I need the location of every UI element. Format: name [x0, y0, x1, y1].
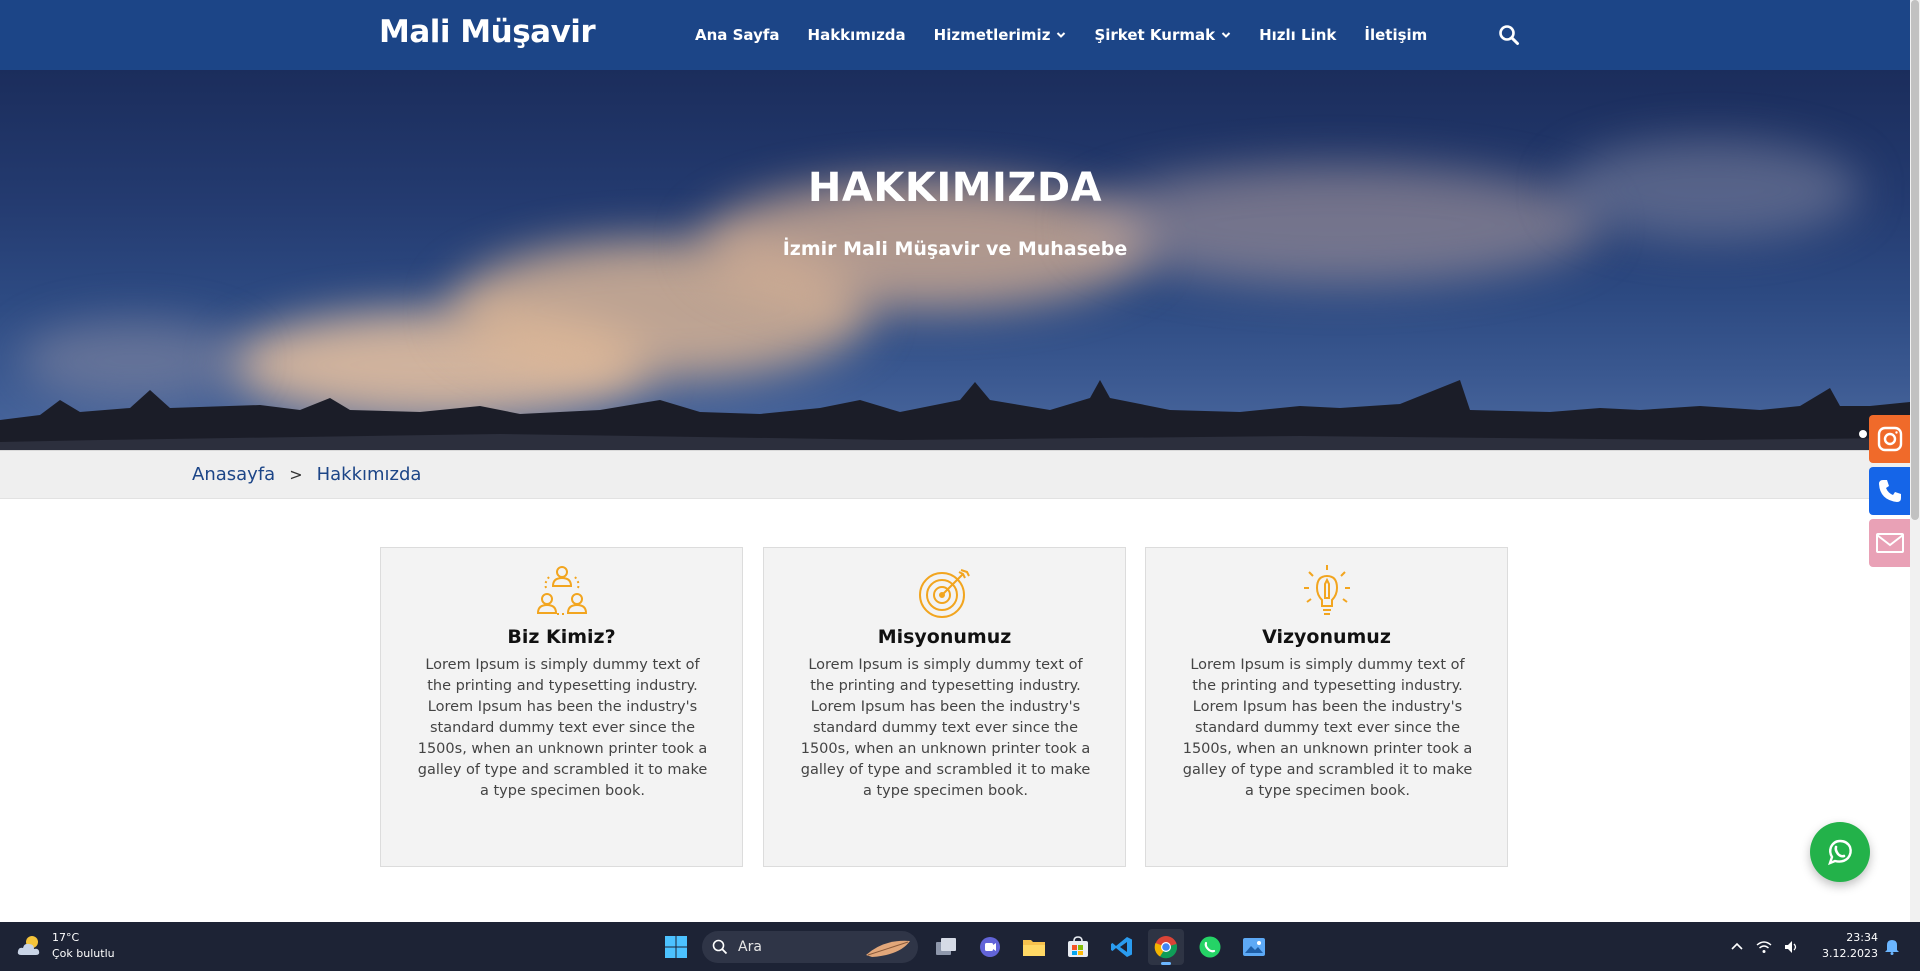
nav-item-hizmetlerimiz[interactable]: Hizmetlerimiz [934, 26, 1067, 44]
microsoft-store-icon [1068, 935, 1088, 957]
photos-button[interactable] [1236, 929, 1272, 965]
nav-item-label: Hızlı Link [1259, 26, 1337, 44]
photos-icon [1243, 937, 1265, 956]
nav-item-hakkimizda[interactable]: Hakkımızda [808, 26, 906, 44]
cloudy-weather-icon [17, 936, 40, 955]
navbar: Mali Müşavir Ana Sayfa Hakkımızda Hizmet… [0, 0, 1910, 70]
chrome-button[interactable] [1148, 928, 1184, 965]
vscode-button[interactable] [1104, 929, 1140, 965]
search-icon [712, 939, 728, 954]
taskbar-search[interactable]: Ara [702, 930, 918, 963]
teams-chat-button[interactable] [972, 929, 1008, 965]
card-title: Misyonumuz [877, 626, 1012, 648]
target-icon [919, 569, 970, 618]
page: Mali Müşavir Ana Sayfa Hakkımızda Hizmet… [0, 0, 1920, 971]
whatsapp-button[interactable] [1810, 822, 1870, 882]
nav-item-label: Hizmetlerimiz [933, 26, 1051, 44]
nav-item-iletisim[interactable]: İletişim [1364, 26, 1427, 44]
page-scrollbar[interactable] [1910, 0, 1920, 922]
nav-item-ana-sayfa[interactable]: Ana Sayfa [695, 26, 780, 44]
phone-icon [1878, 480, 1901, 502]
nav-item-label: Şirket Kurmak [1094, 26, 1216, 44]
city-skyline [0, 380, 1910, 450]
card-biz-kimiz: Biz Kimiz? Lorem Ipsum is simply dummy t… [380, 547, 743, 867]
teams-chat-icon [980, 936, 1000, 957]
nav-item-hizli-link[interactable]: Hızlı Link [1259, 26, 1336, 44]
breadcrumb-bar: Anasayfa > Hakkımızda [0, 450, 1910, 499]
volume-icon[interactable] [1784, 940, 1800, 954]
taskbar-apps: Ara [658, 928, 1280, 965]
search-icon[interactable] [1498, 24, 1520, 46]
windows-start-button[interactable] [658, 929, 694, 965]
taskbar-search-placeholder: Ara [738, 938, 762, 955]
card-text: Lorem Ipsum is simply dummy text of the … [417, 657, 708, 799]
windows-start-icon [665, 935, 687, 958]
taskbar-clock[interactable]: 23:34 3.12.2023 [1818, 930, 1878, 962]
vscode-icon [1111, 936, 1132, 957]
nav-item-label: Ana Sayfa [695, 26, 780, 44]
breadcrumb-separator: > [289, 465, 303, 484]
card-title: Biz Kimiz? [507, 626, 616, 648]
whatsapp-app-icon [1199, 936, 1221, 957]
breadcrumb: Anasayfa > Hakkımızda [192, 464, 421, 485]
instagram-button[interactable] [1869, 415, 1910, 463]
scrollbar-thumb[interactable] [1911, 0, 1919, 520]
card-title: Vizyonumuz [1262, 626, 1391, 648]
file-explorer-button[interactable] [1016, 929, 1052, 965]
lightbulb-pencil-icon [1304, 565, 1350, 615]
hero-banner: HAKKIMIZDA İzmir Mali Müşavir ve Muhaseb… [0, 70, 1910, 450]
task-view-icon [936, 937, 956, 955]
chevron-down-icon [1221, 32, 1231, 38]
microsoft-store-button[interactable] [1060, 929, 1096, 965]
site-logo[interactable]: Mali Müşavir [379, 14, 596, 50]
mail-button[interactable] [1869, 519, 1910, 567]
whatsapp-icon [1828, 839, 1852, 866]
nav-item-label: İletişim [1364, 26, 1428, 44]
weather-widget[interactable]: 17°C Çok bulutlu [16, 930, 115, 962]
card-text: Lorem Ipsum is simply dummy text of the … [1182, 657, 1473, 799]
chevron-down-icon [1057, 32, 1066, 38]
breadcrumb-current[interactable]: Hakkımızda [317, 464, 422, 485]
chevron-up-icon[interactable] [1730, 940, 1744, 954]
weather-text: 17°C Çok bulutlu [52, 930, 115, 962]
notification-bell-icon[interactable] [1884, 938, 1900, 955]
nav-menu: Ana Sayfa Hakkımızda Hizmetlerimiz Şirke… [695, 0, 1455, 70]
whatsapp-app-button[interactable] [1192, 929, 1228, 965]
hero-title: HAKKIMIZDA [807, 165, 1103, 211]
weather-temp: 17°C [52, 931, 80, 944]
system-tray [1730, 922, 1812, 971]
carousel-dot[interactable] [1859, 430, 1867, 438]
file-explorer-icon [1023, 939, 1045, 956]
clock-date: 3.12.2023 [1822, 947, 1878, 960]
mail-icon [1875, 533, 1904, 553]
chrome-icon [1154, 935, 1178, 958]
nav-item-label: Hakkımızda [807, 26, 906, 44]
people-network-icon [536, 566, 588, 615]
instagram-icon [1877, 426, 1902, 452]
weather-desc: Çok bulutlu [52, 947, 115, 960]
nav-item-sirket-kurmak[interactable]: Şirket Kurmak [1094, 26, 1231, 44]
card-vizyonumuz: Vizyonumuz Lorem Ipsum is simply dummy t… [1145, 547, 1508, 867]
task-view-button[interactable] [928, 929, 964, 965]
feather-decoration-icon [866, 940, 910, 957]
phone-button[interactable] [1869, 467, 1910, 515]
breadcrumb-home-link[interactable]: Anasayfa [192, 464, 275, 485]
clock-time: 23:34 [1846, 931, 1878, 944]
card-misyonumuz: Misyonumuz Lorem Ipsum is simply dummy t… [763, 547, 1126, 867]
hero-subtitle: İzmir Mali Müşavir ve Muhasebe [782, 238, 1128, 260]
wifi-icon[interactable] [1756, 940, 1772, 954]
taskbar: 17°C Çok bulutlu Ara 23:34 3.12.2023 [0, 922, 1920, 971]
card-text: Lorem Ipsum is simply dummy text of the … [800, 657, 1091, 799]
